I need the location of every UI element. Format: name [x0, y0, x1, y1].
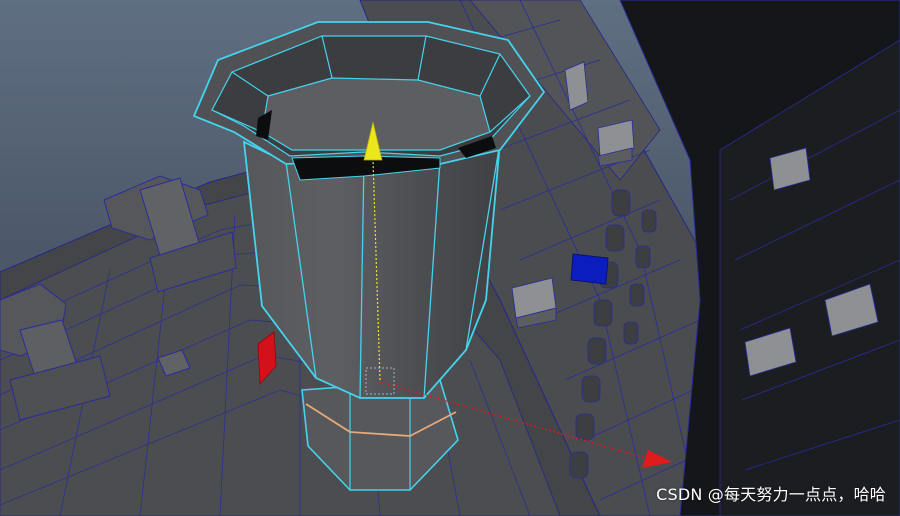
- yz-plane-handle[interactable]: [570, 253, 609, 285]
- watermark: CSDN @每天努力一点点，哈哈: [656, 485, 886, 504]
- viewport-scene[interactable]: [0, 0, 900, 516]
- maya-viewport[interactable]: CSDN @每天努力一点点，哈哈: [0, 0, 900, 516]
